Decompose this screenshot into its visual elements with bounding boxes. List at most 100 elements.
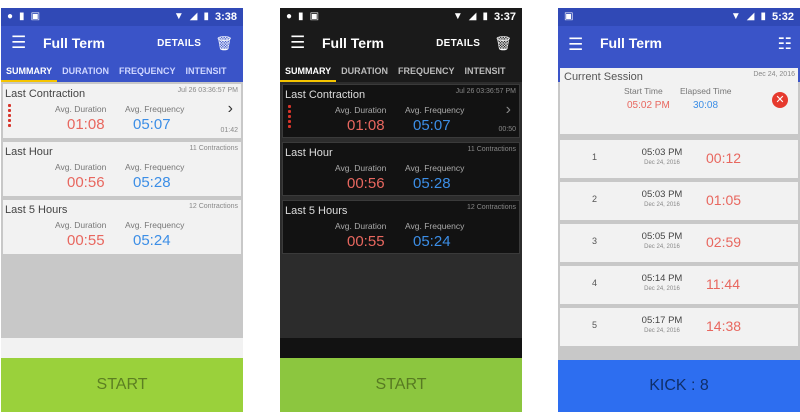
card-timestamp: Jul 26 03:36:57 PM bbox=[455, 88, 516, 95]
avg-frequency-label: Avg. Frequency bbox=[405, 221, 465, 231]
status-bar: ● ▮ ▣ ▼ ◢ ▮ 3:38 bbox=[1, 8, 243, 26]
kick-date: Dec 24, 2016 bbox=[644, 244, 680, 250]
session-title: Current Session bbox=[564, 71, 643, 83]
avg-frequency-value: 05:28 bbox=[413, 175, 451, 192]
start-time-label: Start Time bbox=[624, 86, 663, 96]
phone-icon: ▮ bbox=[19, 11, 25, 22]
avg-duration-label: Avg. Duration bbox=[55, 220, 107, 230]
close-icon[interactable]: ✕ bbox=[772, 92, 788, 108]
card-last-5-hours: Last 5 Hours 12 Contractions Avg. Durati… bbox=[282, 200, 520, 254]
kick-number: 5 bbox=[592, 320, 598, 330]
kick-time: 05:05 PM bbox=[641, 231, 683, 242]
avg-duration-label: Avg. Duration bbox=[335, 105, 387, 115]
tab-duration[interactable]: DURATION bbox=[336, 60, 393, 82]
tab-summary[interactable]: SUMMARY bbox=[1, 60, 58, 82]
intensity-dots bbox=[288, 105, 291, 130]
kick-number: 1 bbox=[592, 152, 598, 162]
image-icon: ▣ bbox=[564, 11, 574, 22]
kick-time: 05:03 PM bbox=[641, 147, 683, 158]
battery-icon: ▮ bbox=[482, 11, 488, 22]
trash-icon[interactable]: 🗑 bbox=[215, 35, 233, 52]
avg-duration-value: 00:56 bbox=[347, 175, 385, 192]
avg-duration-label: Avg. Duration bbox=[335, 221, 387, 231]
kick-time: 05:03 PM bbox=[641, 189, 683, 200]
phone-icon: ▮ bbox=[298, 11, 304, 22]
summary-content: Last Contraction Jul 26 03:36:57 PM Avg.… bbox=[280, 82, 522, 412]
details-button[interactable]: DETAILS bbox=[157, 38, 201, 49]
card-title: Last Contraction bbox=[285, 89, 366, 101]
kick-row: 1 05:03 PM Dec 24, 2016 00:12 bbox=[560, 140, 798, 178]
image-icon: ▣ bbox=[309, 11, 320, 22]
card-title: Last Contraction bbox=[5, 88, 86, 100]
status-bar: ● ▮ ▣ ▼ ◢ ▮ 3:37 bbox=[280, 8, 522, 26]
kick-button[interactable]: KICK : 8 bbox=[558, 360, 800, 412]
bottom-strip bbox=[280, 338, 522, 360]
start-time-value: 05:02 PM bbox=[627, 100, 670, 111]
hamburger-icon[interactable]: ☰ bbox=[568, 35, 594, 55]
trash-icon[interactable]: 🗑 bbox=[494, 35, 512, 52]
card-count: 11 Contractions bbox=[467, 146, 516, 153]
kick-content: Current Session Dec 24, 2016 Start Time … bbox=[558, 68, 800, 412]
avg-frequency-label: Avg. Frequency bbox=[405, 163, 465, 173]
avg-frequency-label: Avg. Frequency bbox=[125, 220, 185, 230]
kick-number: 4 bbox=[592, 278, 598, 288]
card-last-contraction[interactable]: Last Contraction Jul 26 03:36:57 PM Avg.… bbox=[3, 84, 241, 138]
hamburger-icon[interactable]: ☰ bbox=[290, 33, 316, 53]
avg-frequency-value: 05:28 bbox=[133, 174, 171, 191]
image-icon: ▣ bbox=[30, 11, 41, 22]
kick-row: 2 05:03 PM Dec 24, 2016 01:05 bbox=[560, 182, 798, 220]
avg-frequency-value: 05:07 bbox=[133, 116, 171, 133]
card-title: Last 5 Hours bbox=[5, 204, 68, 216]
card-bottom-time: 01:42 bbox=[220, 127, 238, 134]
kick-row: 4 05:14 PM Dec 24, 2016 11:44 bbox=[560, 266, 798, 304]
tab-frequency[interactable]: FREQUENCY bbox=[393, 60, 460, 82]
battery-icon: ▮ bbox=[760, 11, 766, 22]
status-bar: ▣ ▼ ◢ ▮ 5:32 bbox=[558, 8, 800, 26]
card-last-hour: Last Hour 11 Contractions Avg. Duration … bbox=[282, 142, 520, 196]
app-bar: ☰ Full Term DETAILS 🗑 bbox=[280, 26, 522, 60]
phone-screen-kick-counter: ▣ ▼ ◢ ▮ 5:32 ☰ Full Term ☷ Current Sessi… bbox=[558, 8, 800, 412]
kick-elapsed: 02:59 bbox=[706, 234, 742, 250]
start-button[interactable]: START bbox=[280, 358, 522, 412]
kick-row: 3 05:05 PM Dec 24, 2016 02:59 bbox=[560, 224, 798, 262]
current-session-card: Current Session Dec 24, 2016 Start Time … bbox=[560, 68, 798, 134]
avg-duration-value: 01:08 bbox=[347, 117, 385, 134]
tab-frequency[interactable]: FREQUENCY bbox=[114, 60, 181, 82]
card-title: Last 5 Hours bbox=[285, 205, 348, 217]
card-last-contraction[interactable]: Last Contraction Jul 26 03:36:57 PM Avg.… bbox=[282, 84, 520, 138]
status-time: 3:37 bbox=[493, 11, 516, 23]
status-time: 3:38 bbox=[214, 11, 237, 23]
battery-icon: ▮ bbox=[203, 11, 209, 22]
avg-duration-value: 01:08 bbox=[67, 116, 105, 133]
session-date: Dec 24, 2016 bbox=[753, 71, 795, 78]
hamburger-icon[interactable]: ☰ bbox=[11, 33, 37, 53]
tab-summary[interactable]: SUMMARY bbox=[280, 60, 337, 82]
card-count: 12 Contractions bbox=[466, 204, 516, 211]
kick-date: Dec 24, 2016 bbox=[644, 286, 680, 292]
avg-duration-value: 00:56 bbox=[67, 174, 105, 191]
signal-icon: ◢ bbox=[746, 11, 755, 22]
avg-frequency-label: Avg. Frequency bbox=[125, 162, 185, 172]
tab-intensity[interactable]: INTENSIT bbox=[181, 60, 232, 82]
phone-screen-summary-dark: ● ▮ ▣ ▼ ◢ ▮ 3:37 ☰ Full Term DETAILS 🗑 S… bbox=[280, 8, 522, 412]
chevron-right-icon[interactable]: › bbox=[228, 100, 233, 118]
kick-elapsed: 11:44 bbox=[706, 276, 740, 292]
avg-duration-value: 00:55 bbox=[347, 233, 385, 250]
card-title: Last Hour bbox=[5, 146, 53, 158]
tab-duration[interactable]: DURATION bbox=[57, 60, 114, 82]
kick-row: 5 05:17 PM Dec 24, 2016 14:38 bbox=[560, 308, 798, 346]
stage: ● ▮ ▣ ▼ ◢ ▮ 3:38 ☰ Full Term DETAILS 🗑 S… bbox=[0, 0, 800, 420]
phone-screen-summary-light: ● ▮ ▣ ▼ ◢ ▮ 3:38 ☰ Full Term DETAILS 🗑 S… bbox=[1, 8, 243, 412]
status-time: 5:32 bbox=[771, 11, 794, 23]
start-button[interactable]: START bbox=[1, 358, 243, 412]
chevron-right-icon[interactable]: › bbox=[506, 101, 511, 119]
tab-bar: SUMMARY DURATION FREQUENCY INTENSIT bbox=[1, 60, 243, 82]
app-title: Full Term bbox=[600, 35, 662, 51]
details-button[interactable]: DETAILS bbox=[436, 38, 480, 49]
wifi-icon: ▼ bbox=[173, 11, 184, 22]
tab-intensity[interactable]: INTENSIT bbox=[460, 60, 511, 82]
avg-frequency-value: 05:07 bbox=[413, 117, 451, 134]
list-icon[interactable]: ☷ bbox=[778, 34, 792, 54]
avg-frequency-value: 05:24 bbox=[413, 233, 451, 250]
bottom-strip bbox=[1, 338, 243, 360]
